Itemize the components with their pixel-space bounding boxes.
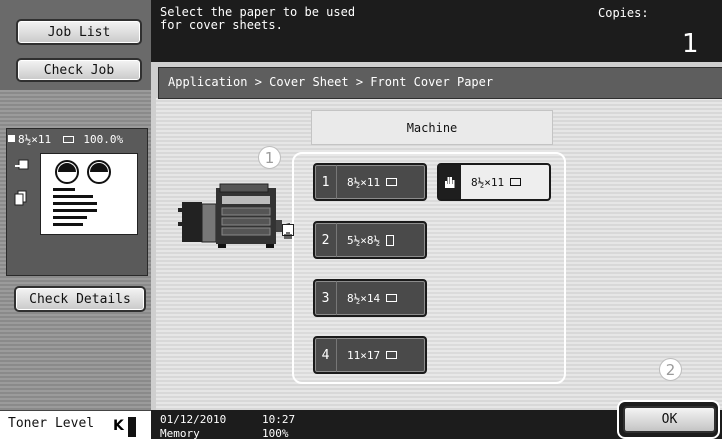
preview-zoom: 100.0% [83,133,124,146]
bypass-hand-icon [282,224,294,239]
toner-level-label: Toner Level [8,416,95,431]
tray-number: 2 [315,223,337,257]
callout-2: 2 [659,358,682,381]
copier-machine-illustration [178,180,298,250]
paper-orientation-icon [62,136,74,143]
preview-paper-size: 8½×11 [18,133,52,146]
callout-1: 1 [258,146,281,169]
copies-count: 1 [682,29,699,59]
preview-tray-icon [8,135,15,142]
paper-orientation-icon [510,178,522,186]
output-tray-icon [14,158,32,172]
hand-icon [439,165,461,199]
tray-paper-size: 8½×11 [347,175,381,189]
status-time: 10:27 [262,413,296,426]
tray-paper-size: 5½×8½ [347,233,381,247]
memory-label: Memory [160,427,200,439]
status-date: 01/12/2010 [160,413,227,426]
bypass-tray-button[interactable]: 8½×11 [437,163,551,201]
tray-number: 4 [315,338,337,372]
tray-2-button[interactable]: 2 5½×8½ [313,221,427,259]
paper-orientation-icon [386,351,398,359]
preview-page-thumbnail [40,153,138,235]
toner-level-bar [128,417,136,437]
tray-paper-size: 8½×14 [347,291,381,305]
paper-orientation-icon [386,294,398,302]
tray-number: 1 [315,165,337,199]
instruction-message: Select the paper to be used for cover sh… [160,5,356,32]
tray-3-button[interactable]: 3 8½×14 [313,279,427,317]
bypass-paper-size: 8½×11 [471,175,505,189]
tray-number: 3 [315,281,337,315]
job-list-button[interactable]: Job List [16,19,142,45]
check-job-button[interactable]: Check Job [16,58,142,82]
tray-4-button[interactable]: 4 11×17 [313,336,427,374]
tray-1-button[interactable]: 1 8½×11 [313,163,427,201]
paper-orientation-icon [386,178,398,186]
original-set-icon [14,190,28,206]
copies-label: Copies: [598,6,649,20]
memory-value: 100% [262,427,289,439]
toner-color-label: K [113,418,124,434]
preview-status: 8½×11 100.0% [8,133,123,146]
paper-orientation-icon [386,234,395,246]
ok-button[interactable]: OK [623,406,716,433]
check-details-button[interactable]: Check Details [14,286,146,312]
machine-header: Machine [311,110,553,145]
tray-paper-size: 11×17 [347,348,381,362]
breadcrumb: Application > Cover Sheet > Front Cover … [168,75,494,89]
